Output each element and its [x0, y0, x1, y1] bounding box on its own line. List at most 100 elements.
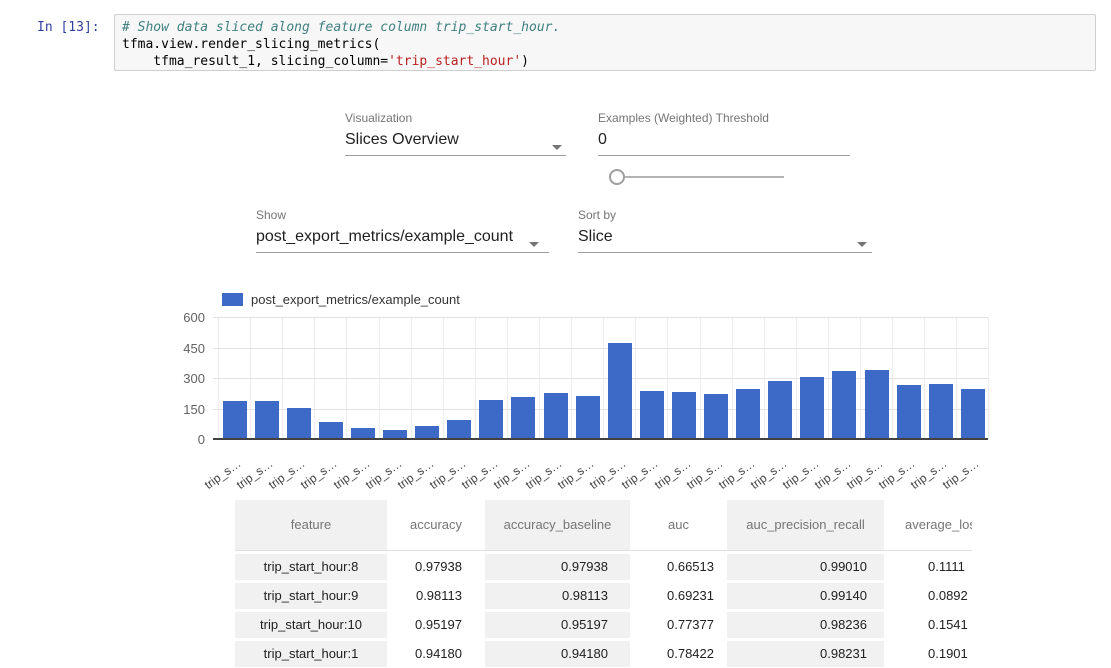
- slider-track[interactable]: [622, 176, 784, 178]
- table-cell: trip_start_hour:8: [235, 554, 387, 580]
- bar[interactable]: [255, 401, 279, 439]
- table-header-cell[interactable]: auc: [630, 500, 727, 550]
- underline: [256, 252, 549, 253]
- sort-label: Sort by: [578, 209, 872, 221]
- code-token: tfma_result_1, slicing_column=: [122, 54, 388, 69]
- bar[interactable]: [544, 393, 568, 439]
- underline: [578, 252, 872, 253]
- gridline-horizontal: [213, 348, 988, 349]
- show-value[interactable]: post_export_metrics/example_count: [256, 229, 549, 245]
- code-token: ): [521, 54, 529, 69]
- table-cell: 0.98113: [485, 583, 630, 609]
- table-cell: 0.77377: [630, 612, 727, 638]
- bar[interactable]: [736, 389, 760, 439]
- table-cell: 0.95197: [387, 612, 485, 638]
- table-cell: 0.95197: [485, 612, 630, 638]
- table-cell: 0.69231: [630, 583, 727, 609]
- table-row[interactable]: trip_start_hour:80.979380.979380.665130.…: [235, 554, 972, 580]
- threshold-slider[interactable]: [609, 169, 789, 185]
- code-line: tfma_result_1, slicing_column='trip_star…: [122, 53, 1088, 70]
- underline: [345, 155, 566, 156]
- bar[interactable]: [832, 371, 856, 439]
- table-header-cell[interactable]: feature: [235, 500, 387, 550]
- table-cell: 0.98236: [727, 612, 884, 638]
- bar[interactable]: [479, 400, 503, 439]
- legend-swatch: [222, 293, 243, 306]
- bar[interactable]: [640, 391, 664, 439]
- code-line: # Show data sliced along feature column …: [122, 19, 1088, 36]
- bar[interactable]: [897, 385, 921, 439]
- table-cell: 0.0892: [884, 583, 972, 609]
- table-cell: 0.78422: [630, 641, 727, 667]
- visualization-value[interactable]: Slices Overview: [345, 132, 566, 148]
- visualization-label: Visualization: [345, 112, 566, 124]
- bar[interactable]: [576, 396, 600, 439]
- table-row[interactable]: trip_start_hour:90.981130.981130.692310.…: [235, 583, 972, 609]
- code-token: 'trip_start_hour': [388, 54, 521, 69]
- table-cell: 0.97938: [387, 554, 485, 580]
- bar[interactable]: [704, 394, 728, 439]
- table-cell: 0.1541: [884, 612, 972, 638]
- table-cell: trip_start_hour:9: [235, 583, 387, 609]
- chevron-down-icon[interactable]: [857, 242, 867, 247]
- gridline-horizontal: [213, 317, 988, 318]
- table-cell: trip_start_hour:1: [235, 641, 387, 667]
- underline: [598, 155, 850, 156]
- cell-prompt: In [13]:: [37, 20, 100, 35]
- y-axis-tick-label: 600: [161, 310, 205, 325]
- bar[interactable]: [961, 389, 985, 439]
- x-axis-tick-label: trip_s…: [651, 456, 693, 492]
- table-header-cell[interactable]: accuracy_baseline: [485, 500, 630, 550]
- bar[interactable]: [800, 377, 824, 439]
- bar[interactable]: [287, 408, 311, 439]
- table-header-cell[interactable]: accuracy: [387, 500, 485, 550]
- bar-chart-plot: 0150300450600trip_s…trip_s…trip_s…trip_s…: [213, 317, 988, 439]
- gridline-vertical: [988, 317, 989, 439]
- sort-value[interactable]: Slice: [578, 229, 872, 245]
- y-axis-tick-label: 0: [161, 432, 205, 447]
- chevron-down-icon[interactable]: [552, 145, 562, 150]
- bar[interactable]: [929, 384, 953, 439]
- visualization-dropdown[interactable]: Visualization Slices Overview: [345, 112, 566, 156]
- table-header-divider: [235, 550, 972, 551]
- bar[interactable]: [608, 343, 632, 439]
- x-axis-tick-label: trip_s…: [748, 456, 790, 492]
- table-cell: trip_start_hour:10: [235, 612, 387, 638]
- threshold-label: Examples (Weighted) Threshold: [598, 112, 850, 124]
- x-axis-tick-label: trip_s…: [298, 456, 340, 492]
- table-row[interactable]: trip_start_hour:100.951970.951970.773770…: [235, 612, 972, 638]
- table-cell: 0.94180: [485, 641, 630, 667]
- show-label: Show: [256, 209, 549, 221]
- bar[interactable]: [672, 392, 696, 439]
- code-line: tfma.view.render_slicing_metrics(: [122, 36, 1088, 53]
- x-axis-tick-label: trip_s…: [940, 456, 982, 492]
- bar[interactable]: [865, 370, 889, 439]
- y-axis-tick-label: 300: [161, 371, 205, 386]
- table-cell: 0.99010: [727, 554, 884, 580]
- bar[interactable]: [319, 422, 343, 439]
- table-cell: 0.1901: [884, 641, 972, 667]
- bar[interactable]: [511, 397, 535, 439]
- bar[interactable]: [447, 420, 471, 439]
- bar[interactable]: [768, 381, 792, 439]
- bar[interactable]: [223, 401, 247, 439]
- metrics-table[interactable]: featureaccuracyaccuracy_baselineaucauc_p…: [235, 500, 972, 668]
- code-lines: # Show data sliced along feature column …: [115, 15, 1095, 74]
- show-dropdown[interactable]: Show post_export_metrics/example_count: [256, 209, 549, 253]
- table-header-cell[interactable]: auc_precision_recall: [727, 500, 884, 550]
- table-cell: 0.97938: [485, 554, 630, 580]
- table-cell: 0.98231: [727, 641, 884, 667]
- legend-label: post_export_metrics/example_count: [251, 292, 460, 307]
- x-axis-tick-label: trip_s…: [619, 456, 661, 492]
- slider-handle[interactable]: [609, 169, 625, 185]
- code-token: tfma.view.render_slicing_metrics(: [122, 37, 380, 52]
- table-header-cell[interactable]: average_los: [884, 500, 972, 550]
- table-row[interactable]: trip_start_hour:10.941800.941800.784220.…: [235, 641, 972, 667]
- threshold-input[interactable]: 0: [598, 132, 850, 148]
- code-editor[interactable]: # Show data sliced along feature column …: [114, 14, 1096, 71]
- metrics-table-inner: featureaccuracyaccuracy_baselineaucauc_p…: [235, 500, 972, 667]
- chevron-down-icon[interactable]: [529, 242, 539, 247]
- sort-dropdown[interactable]: Sort by Slice: [578, 209, 872, 253]
- y-axis-tick-label: 450: [161, 341, 205, 356]
- threshold-field[interactable]: Examples (Weighted) Threshold 0: [598, 112, 850, 156]
